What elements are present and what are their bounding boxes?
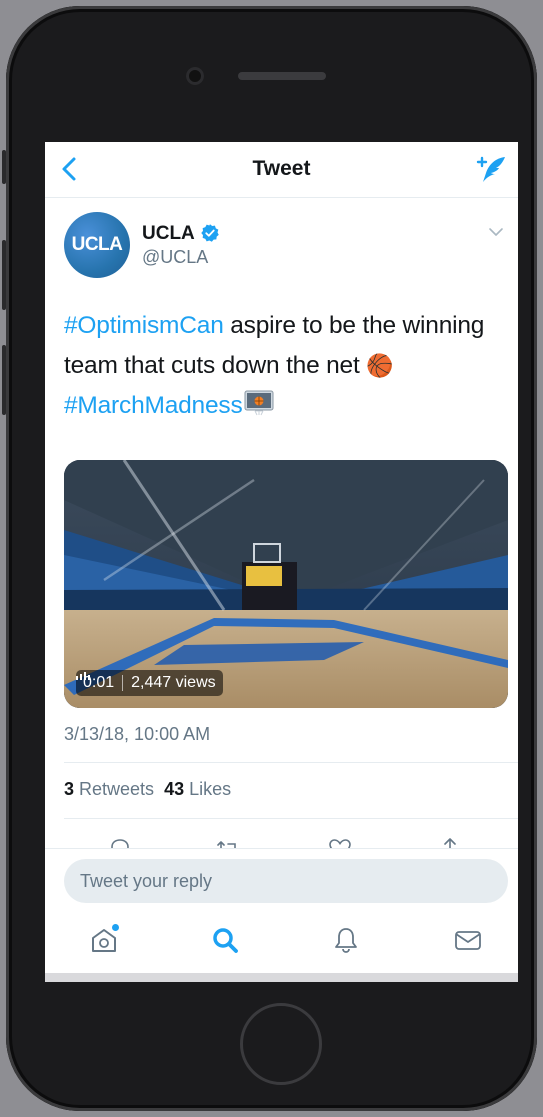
volume-up-button xyxy=(2,240,6,310)
share-icon[interactable] xyxy=(437,836,463,848)
hashtag-link[interactable]: #OptimismCan xyxy=(64,312,224,339)
search-icon[interactable] xyxy=(210,925,240,955)
divider xyxy=(64,818,518,819)
home-notification-dot xyxy=(112,924,119,931)
basketball-emoji: 🏀 xyxy=(366,353,394,378)
mute-switch xyxy=(2,150,6,184)
messages-icon[interactable] xyxy=(453,925,483,955)
video-info-badge: 0:01 2,447 views xyxy=(76,670,223,696)
retweets-label[interactable]: Retweets xyxy=(74,779,154,799)
earpiece-speaker xyxy=(238,72,326,80)
compose-icon[interactable] xyxy=(474,152,508,186)
verified-badge-icon xyxy=(201,224,219,242)
tweet-timestamp: 3/13/18, 10:00 AM xyxy=(64,724,211,744)
tweet-video[interactable]: 0:01 2,447 views xyxy=(64,460,508,708)
tweet-text: #OptimismCan aspire to be the winning te… xyxy=(64,306,504,426)
tweet-stats: 3 Retweets 43 Likes xyxy=(64,779,231,800)
page-title: Tweet xyxy=(252,157,311,180)
like-icon[interactable] xyxy=(327,836,353,848)
likes-count[interactable]: 43 xyxy=(164,779,184,799)
author-handle[interactable]: @UCLA xyxy=(142,247,208,268)
volume-down-button xyxy=(2,345,6,415)
avatar[interactable]: UCLA xyxy=(64,212,130,278)
chevron-down-icon[interactable] xyxy=(488,226,504,238)
front-camera xyxy=(186,67,204,85)
notifications-icon[interactable] xyxy=(331,925,361,955)
tab-bar xyxy=(45,909,518,973)
likes-label[interactable]: Likes xyxy=(184,779,231,799)
reply-bar xyxy=(45,848,518,909)
author-name[interactable]: UCLA xyxy=(142,223,195,245)
home-button[interactable] xyxy=(240,1003,322,1085)
volume-bars-icon[interactable] xyxy=(76,670,90,680)
hashtag-link[interactable]: #MarchMadness xyxy=(64,392,243,419)
reply-input[interactable] xyxy=(64,859,508,903)
march-madness-hashflag-icon xyxy=(244,390,274,416)
tweet-actions xyxy=(45,832,518,848)
navigation-bar: Tweet xyxy=(45,142,518,198)
screen: Tweet UCLA UCLA @UCLA #OptimismCan aspir… xyxy=(45,142,518,982)
retweet-icon[interactable] xyxy=(215,836,241,848)
video-views: 2,447 views xyxy=(131,674,216,691)
retweets-count[interactable]: 3 xyxy=(64,779,74,799)
reply-icon[interactable] xyxy=(107,836,133,848)
divider xyxy=(64,762,518,763)
tweet-header: UCLA UCLA @UCLA xyxy=(64,212,504,282)
screen-bottom-edge xyxy=(45,973,518,982)
badge-separator xyxy=(122,675,124,691)
